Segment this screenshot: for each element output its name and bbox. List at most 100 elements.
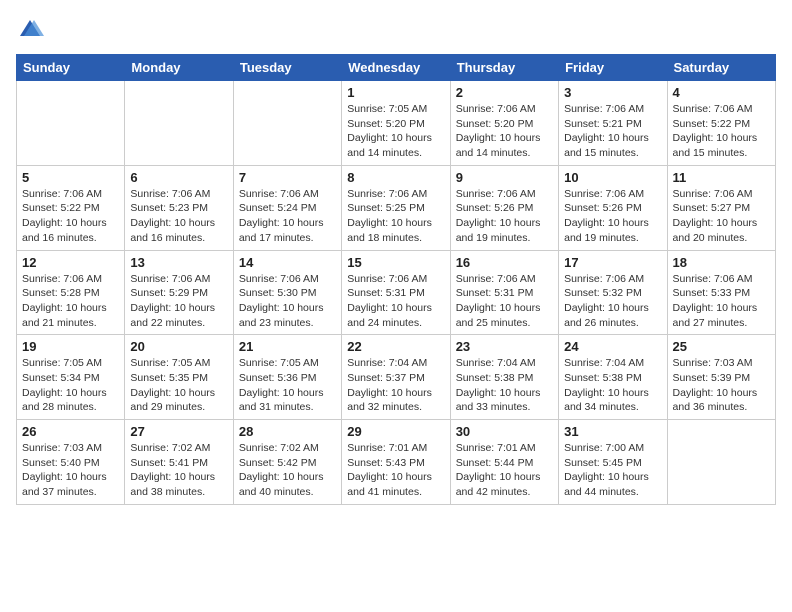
page-header (16, 16, 776, 44)
day-info-text: Sunset: 5:36 PM (239, 371, 336, 386)
day-number: 27 (130, 424, 227, 439)
day-number: 26 (22, 424, 119, 439)
calendar-week-row: 26Sunrise: 7:03 AMSunset: 5:40 PMDayligh… (17, 420, 776, 505)
day-info-text: and 40 minutes. (239, 485, 336, 500)
day-info-text: Sunset: 5:33 PM (673, 286, 770, 301)
calendar-cell: 25Sunrise: 7:03 AMSunset: 5:39 PMDayligh… (667, 335, 775, 420)
logo-icon (16, 16, 44, 44)
day-info-text: Sunrise: 7:02 AM (239, 441, 336, 456)
calendar-cell: 3Sunrise: 7:06 AMSunset: 5:21 PMDaylight… (559, 81, 667, 166)
day-info-text: Daylight: 10 hours (673, 131, 770, 146)
day-info-text: and 17 minutes. (239, 231, 336, 246)
day-info-text: Daylight: 10 hours (130, 216, 227, 231)
calendar-cell: 14Sunrise: 7:06 AMSunset: 5:30 PMDayligh… (233, 250, 341, 335)
calendar-cell: 4Sunrise: 7:06 AMSunset: 5:22 PMDaylight… (667, 81, 775, 166)
day-info-text: Sunrise: 7:04 AM (564, 356, 661, 371)
day-info-text: Sunset: 5:35 PM (130, 371, 227, 386)
day-info-text: Sunrise: 7:06 AM (130, 272, 227, 287)
day-info-text: Sunrise: 7:03 AM (673, 356, 770, 371)
day-info-text: Sunset: 5:20 PM (347, 117, 444, 132)
day-number: 24 (564, 339, 661, 354)
day-info-text: Daylight: 10 hours (130, 301, 227, 316)
day-info-text: Daylight: 10 hours (22, 470, 119, 485)
day-info-text: Sunrise: 7:06 AM (673, 187, 770, 202)
logo (16, 16, 46, 44)
day-number: 5 (22, 170, 119, 185)
day-number: 22 (347, 339, 444, 354)
calendar-cell: 8Sunrise: 7:06 AMSunset: 5:25 PMDaylight… (342, 165, 450, 250)
day-info-text: Daylight: 10 hours (564, 386, 661, 401)
calendar-cell: 15Sunrise: 7:06 AMSunset: 5:31 PMDayligh… (342, 250, 450, 335)
day-info-text: and 29 minutes. (130, 400, 227, 415)
day-info-text: Sunset: 5:23 PM (130, 201, 227, 216)
calendar-day-header: Monday (125, 55, 233, 81)
day-info-text: Daylight: 10 hours (22, 216, 119, 231)
day-info-text: Daylight: 10 hours (347, 470, 444, 485)
day-info-text: Sunrise: 7:06 AM (456, 102, 553, 117)
calendar-cell: 16Sunrise: 7:06 AMSunset: 5:31 PMDayligh… (450, 250, 558, 335)
calendar-cell: 19Sunrise: 7:05 AMSunset: 5:34 PMDayligh… (17, 335, 125, 420)
day-info-text: Sunset: 5:21 PM (564, 117, 661, 132)
day-info-text: Daylight: 10 hours (239, 470, 336, 485)
day-info-text: and 15 minutes. (564, 146, 661, 161)
day-info-text: Sunrise: 7:03 AM (22, 441, 119, 456)
day-info-text: Sunrise: 7:06 AM (130, 187, 227, 202)
day-number: 15 (347, 255, 444, 270)
day-info-text: Sunset: 5:31 PM (456, 286, 553, 301)
day-info-text: Daylight: 10 hours (130, 386, 227, 401)
day-number: 6 (130, 170, 227, 185)
day-number: 21 (239, 339, 336, 354)
day-number: 12 (22, 255, 119, 270)
calendar-cell (125, 81, 233, 166)
day-info-text: and 16 minutes. (22, 231, 119, 246)
day-number: 2 (456, 85, 553, 100)
calendar-cell (17, 81, 125, 166)
calendar-cell: 7Sunrise: 7:06 AMSunset: 5:24 PMDaylight… (233, 165, 341, 250)
calendar-week-row: 1Sunrise: 7:05 AMSunset: 5:20 PMDaylight… (17, 81, 776, 166)
day-info-text: and 41 minutes. (347, 485, 444, 500)
day-info-text: Sunset: 5:44 PM (456, 456, 553, 471)
day-info-text: Sunset: 5:39 PM (673, 371, 770, 386)
day-number: 16 (456, 255, 553, 270)
day-info-text: Sunset: 5:26 PM (564, 201, 661, 216)
day-info-text: Sunrise: 7:06 AM (456, 187, 553, 202)
calendar-week-row: 19Sunrise: 7:05 AMSunset: 5:34 PMDayligh… (17, 335, 776, 420)
day-info-text: Sunrise: 7:06 AM (564, 102, 661, 117)
day-info-text: and 19 minutes. (456, 231, 553, 246)
day-info-text: Daylight: 10 hours (239, 301, 336, 316)
day-number: 19 (22, 339, 119, 354)
day-info-text: and 22 minutes. (130, 316, 227, 331)
day-info-text: and 19 minutes. (564, 231, 661, 246)
day-info-text: and 27 minutes. (673, 316, 770, 331)
day-number: 31 (564, 424, 661, 439)
day-info-text: and 38 minutes. (130, 485, 227, 500)
day-info-text: Daylight: 10 hours (564, 216, 661, 231)
day-info-text: Daylight: 10 hours (456, 131, 553, 146)
day-info-text: Daylight: 10 hours (130, 470, 227, 485)
day-info-text: and 16 minutes. (130, 231, 227, 246)
day-info-text: Daylight: 10 hours (673, 216, 770, 231)
day-info-text: Sunrise: 7:06 AM (673, 102, 770, 117)
day-info-text: Daylight: 10 hours (239, 386, 336, 401)
day-info-text: Daylight: 10 hours (456, 216, 553, 231)
day-info-text: Sunset: 5:29 PM (130, 286, 227, 301)
day-info-text: and 33 minutes. (456, 400, 553, 415)
day-info-text: and 34 minutes. (564, 400, 661, 415)
day-number: 17 (564, 255, 661, 270)
day-info-text: Sunset: 5:40 PM (22, 456, 119, 471)
calendar-day-header: Thursday (450, 55, 558, 81)
day-info-text: and 15 minutes. (673, 146, 770, 161)
day-number: 30 (456, 424, 553, 439)
day-info-text: Daylight: 10 hours (564, 470, 661, 485)
calendar-cell: 13Sunrise: 7:06 AMSunset: 5:29 PMDayligh… (125, 250, 233, 335)
calendar-cell: 24Sunrise: 7:04 AMSunset: 5:38 PMDayligh… (559, 335, 667, 420)
day-info-text: Sunrise: 7:06 AM (22, 272, 119, 287)
day-info-text: Sunset: 5:24 PM (239, 201, 336, 216)
day-number: 4 (673, 85, 770, 100)
calendar-day-header: Wednesday (342, 55, 450, 81)
day-info-text: and 20 minutes. (673, 231, 770, 246)
day-info-text: and 32 minutes. (347, 400, 444, 415)
calendar-cell: 12Sunrise: 7:06 AMSunset: 5:28 PMDayligh… (17, 250, 125, 335)
day-info-text: and 14 minutes. (456, 146, 553, 161)
calendar-cell: 20Sunrise: 7:05 AMSunset: 5:35 PMDayligh… (125, 335, 233, 420)
